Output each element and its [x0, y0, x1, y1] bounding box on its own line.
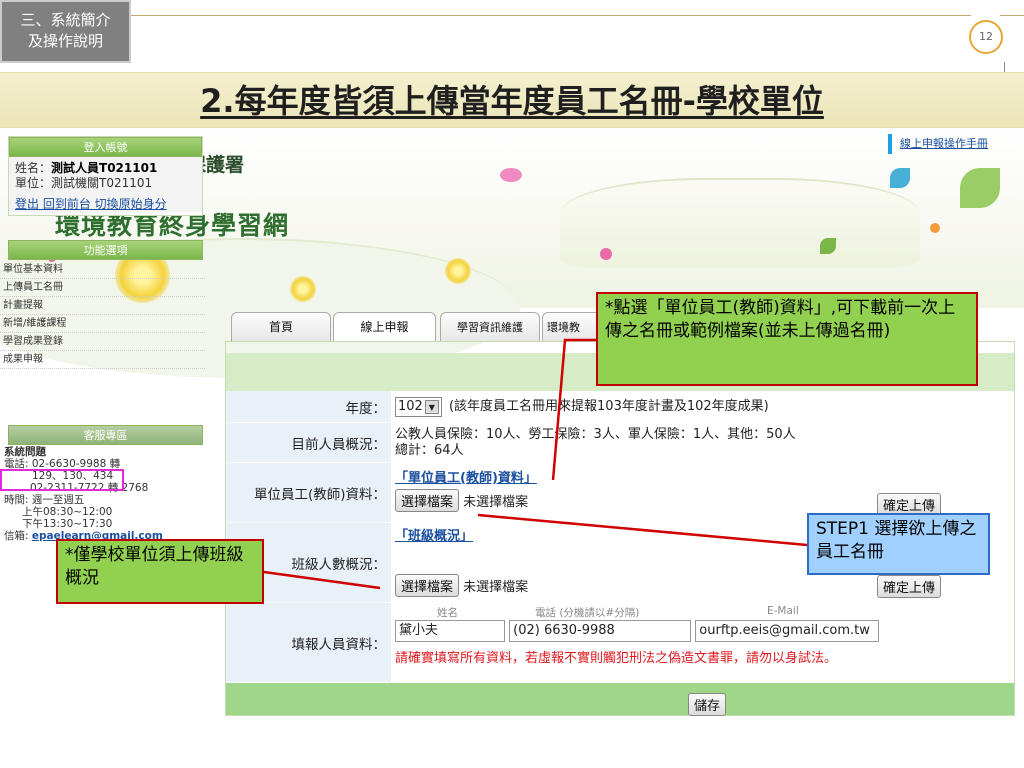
- callout-staff-download: *點選「單位員工(教師)資料」,可下載前一次上傳之名冊或範例檔案(並未上傳過名冊…: [596, 292, 978, 386]
- arrow-to-staff-link: [551, 338, 598, 481]
- arrow-to-choose-file: [477, 513, 808, 547]
- callout-class-only: *僅學校單位須上傳班級概況: [56, 539, 264, 604]
- arrow-to-class-row: [263, 570, 381, 590]
- callout-step1: STEP1 選擇欲上傳之員工名冊: [807, 513, 990, 575]
